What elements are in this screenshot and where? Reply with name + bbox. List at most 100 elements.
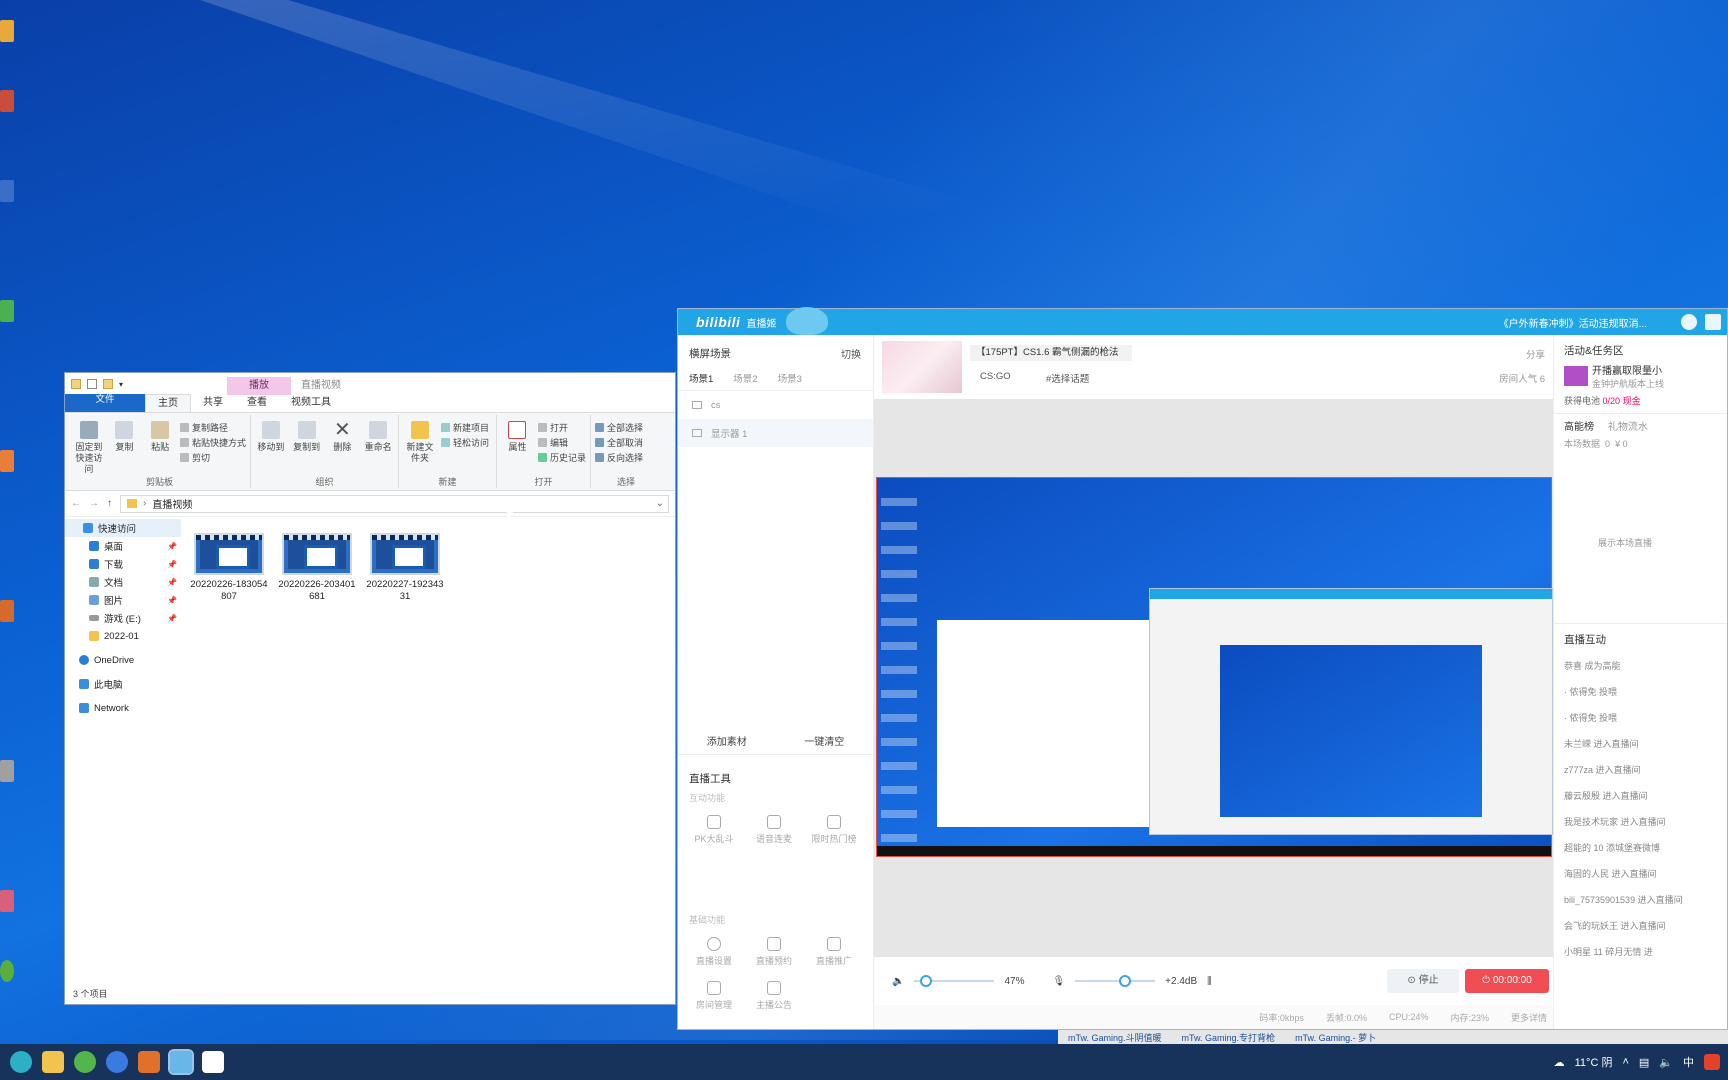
chat-message[interactable]: 超能的 10 添城堡赛微博 [1554, 835, 1727, 861]
tab-scene-1[interactable]: 场景1 [689, 371, 713, 390]
stop-button[interactable]: ⊙ 停止 [1387, 969, 1459, 993]
start-live-button[interactable]: ⏻ 00:00:00 [1465, 969, 1549, 993]
pin-icon[interactable]: 📌 [167, 614, 177, 623]
ime-app-icon[interactable] [1704, 1054, 1720, 1070]
topic-tag[interactable]: #选择话题 [1046, 371, 1089, 385]
pin-icon[interactable]: 📌 [167, 596, 177, 605]
new-folder-icon[interactable] [103, 379, 113, 389]
stream-title-item[interactable]: mTw. Gaming.- 萝卜 [1295, 1031, 1376, 1044]
desktop-icon[interactable] [0, 180, 14, 202]
nav-pictures[interactable]: 图片 📌 [65, 591, 181, 609]
select-all-button[interactable]: 全部选择 [595, 421, 643, 436]
file-explorer-icon[interactable] [42, 1051, 64, 1073]
pk-tool[interactable]: PK大乱斗 [686, 815, 742, 845]
network-icon[interactable]: ▤ [1639, 1056, 1649, 1069]
nav-network[interactable]: Network [65, 699, 181, 717]
nav-this-pc[interactable]: 此电脑 [65, 675, 181, 693]
tab-view[interactable]: 查看 [235, 394, 279, 412]
room-cover-image[interactable] [882, 341, 962, 393]
new-item-button[interactable]: 新建项目 [441, 421, 489, 436]
ime-indicator[interactable]: 中 [1683, 1054, 1694, 1070]
volume-slider-knob[interactable] [919, 975, 932, 987]
chat-message[interactable]: 我是技术玩家 进入直播间 [1554, 809, 1727, 835]
app-icon[interactable] [138, 1051, 160, 1073]
history-button[interactable]: 历史记录 [537, 451, 586, 466]
stream-preview[interactable] [876, 477, 1553, 857]
clear-sources-button[interactable]: 一键清空 [804, 733, 844, 748]
forward-icon[interactable]: → [89, 498, 99, 509]
stream-title-item[interactable]: mTw. Gaming.斗阴值暖 [1068, 1031, 1162, 1044]
announcement-text[interactable]: 《户外新春冲刺》活动违规取消... [1499, 315, 1647, 330]
show-session-hint[interactable]: 展示本场直播 [1554, 450, 1727, 549]
desktop-icon[interactable] [0, 960, 14, 982]
microphone-icon[interactable]: 🎙 [1052, 976, 1065, 987]
chat-message[interactable]: · 侬得免 投喂 [1554, 705, 1727, 731]
chevron-down-icon[interactable]: ▾ [119, 380, 123, 389]
back-icon[interactable]: ← [71, 498, 81, 509]
chevron-down-icon[interactable]: ⌄ [656, 498, 664, 509]
nav-folder-2022-01[interactable]: 2022-01 [65, 627, 181, 645]
live-app-icon[interactable] [168, 1049, 194, 1075]
nav-downloads[interactable]: 下载 📌 [65, 555, 181, 573]
add-source-button[interactable]: 添加素材 [707, 733, 747, 748]
address-bar[interactable]: › 直播视频 ⌄ [120, 494, 669, 513]
nav-drive-e[interactable]: 游戏 (E:) 📌 [65, 609, 181, 627]
chat-message[interactable]: 海固的人民 进入直播间 [1554, 861, 1727, 887]
announcement-tool[interactable]: 主播公告 [746, 981, 802, 1011]
desktop-icon[interactable] [0, 760, 14, 782]
live-reserve-tool[interactable]: 直播预约 [746, 937, 802, 967]
chevron-up-icon[interactable]: ˄ [1622, 1056, 1628, 1068]
tab-video-tools[interactable]: 视频工具 [279, 394, 343, 412]
tab-file[interactable]: 文件 [65, 394, 145, 412]
mixer-icon[interactable]: ⫼ [1207, 976, 1212, 987]
pin-icon[interactable]: 📌 [167, 542, 177, 551]
chat-message[interactable]: 恭喜 成为高能 [1554, 653, 1727, 679]
more-details-link[interactable]: 更多详情 [1511, 1011, 1547, 1024]
invert-selection-button[interactable]: 反向选择 [595, 451, 643, 466]
nav-documents[interactable]: 文档 📌 [65, 573, 181, 591]
up-icon[interactable]: ↑ [107, 498, 112, 509]
voice-link-tool[interactable]: 语音连麦 [746, 815, 802, 845]
desktop-icon[interactable] [0, 90, 14, 112]
source-item[interactable]: cs [678, 391, 873, 419]
file-item[interactable]: 20220227-19234331 [365, 533, 445, 603]
copy-path-button[interactable]: 复制路径 [179, 421, 246, 436]
activity-item[interactable]: 开播赢取限量小 金钟护航版本上线 [1554, 358, 1727, 390]
desktop-icon[interactable] [0, 450, 14, 472]
desktop-icon[interactable] [0, 20, 14, 42]
stream-title-item[interactable]: mTw. Gaming.专打背枪 [1182, 1031, 1276, 1044]
file-item[interactable]: 20220226-183054807 [189, 533, 269, 603]
tab-scene-3[interactable]: 场景3 [778, 371, 802, 390]
pin-icon[interactable]: 📌 [167, 578, 177, 587]
edit-button[interactable]: 编辑 [537, 436, 586, 451]
easy-access-button[interactable]: 轻松访问 [441, 436, 489, 451]
select-none-button[interactable]: 全部取消 [595, 436, 643, 451]
hot-rank-tool[interactable]: 限时热门榜 [806, 815, 862, 845]
desktop-icon[interactable] [0, 300, 14, 322]
file-item[interactable]: 20220226-203401681 [277, 533, 357, 603]
desktop-icon[interactable] [0, 600, 14, 622]
pin-icon[interactable]: 📌 [167, 560, 177, 569]
edge-icon[interactable] [10, 1051, 32, 1073]
switch-orientation-button[interactable]: 切换 [841, 346, 861, 361]
cut-button[interactable]: 剪切 [179, 451, 246, 466]
mic-slider-knob[interactable] [1118, 975, 1131, 987]
weather-icon[interactable]: ☁ [1554, 1056, 1565, 1069]
desktop-icon[interactable] [0, 890, 14, 912]
chat-message[interactable]: 会飞的玩妖王 进入直播间 [1554, 913, 1727, 939]
paste-shortcut-button[interactable]: 粘贴快捷方式 [179, 436, 246, 451]
wechat-icon[interactable] [74, 1051, 96, 1073]
chat-message[interactable]: 未兰嵘 进入直播间 [1554, 731, 1727, 757]
mic-slider[interactable] [1075, 975, 1156, 987]
share-button[interactable]: 分享 [1526, 347, 1545, 361]
volume-slider[interactable] [914, 975, 995, 987]
nav-onedrive[interactable]: OneDrive [65, 651, 181, 669]
category-tag[interactable]: CS:GO [980, 371, 1011, 382]
room-manage-tool[interactable]: 房间管理 [686, 981, 742, 1011]
chat-message[interactable]: · 侬得免 投喂 [1554, 679, 1727, 705]
folder-icon[interactable] [71, 379, 81, 389]
browser-icon[interactable] [106, 1051, 128, 1073]
chat-message[interactable]: 小明星 11 碎月无情 进 [1554, 939, 1727, 965]
context-tab-play[interactable]: 播放 [227, 377, 291, 395]
tab-rank[interactable]: 高能榜 [1564, 422, 1594, 433]
